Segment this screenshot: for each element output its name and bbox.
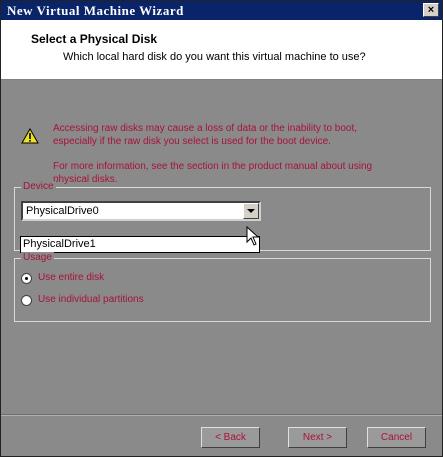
radio-button-checked[interactable] (21, 273, 32, 284)
radio-button[interactable] (21, 295, 32, 306)
chevron-down-icon[interactable] (243, 203, 259, 219)
cancel-button[interactable]: Cancel (367, 427, 426, 448)
divider (1, 414, 442, 416)
warning-paragraph-1: Accessing raw disks may cause a loss of … (53, 123, 358, 147)
title-bar[interactable]: New Virtual Machine Wizard × (1, 1, 442, 20)
warning-icon (21, 128, 39, 144)
next-button[interactable]: Next > (288, 427, 347, 448)
page-title: Select a Physical Disk (31, 32, 158, 46)
device-select[interactable]: PhysicalDrive0 (21, 201, 261, 221)
back-button[interactable]: < Back (201, 427, 260, 448)
usage-group: Usage Use entire disk Use individual par… (14, 252, 431, 322)
device-select-value: PhysicalDrive0 (26, 205, 99, 217)
close-button[interactable]: × (423, 3, 439, 17)
wizard-body: Accessing raw disks may cause a loss of … (1, 80, 442, 456)
radio-label: Use entire disk (38, 272, 105, 283)
page-subtitle: Which local hard disk do you want this v… (63, 51, 366, 63)
window-title: New Virtual Machine Wizard (7, 3, 184, 18)
device-dropdown-list[interactable]: PhysicalDrive1 (20, 236, 260, 253)
mouse-pointer-icon (246, 226, 260, 246)
usage-group-label: Usage (21, 252, 54, 264)
wizard-header: Select a Physical Disk Which local hard … (1, 20, 442, 80)
wizard-window: New Virtual Machine Wizard × Select a Ph… (0, 0, 443, 457)
warning-paragraph-2: For more information, see the section in… (53, 161, 373, 185)
radio-label: Use individual partitions (38, 294, 144, 305)
dropdown-option-physicaldrive1[interactable]: PhysicalDrive1 (23, 238, 96, 250)
device-group-label: Device (21, 181, 56, 193)
